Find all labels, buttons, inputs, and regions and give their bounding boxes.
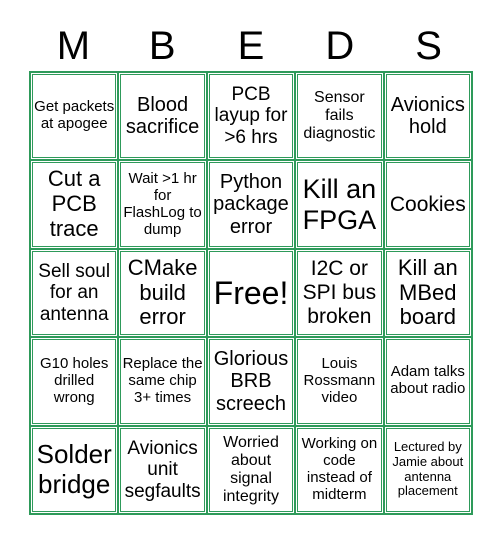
bingo-cell[interactable]: Cut a PCB trace	[31, 161, 118, 248]
bingo-cell[interactable]: Wait >1 hr for FlashLog to dump	[119, 161, 206, 248]
bingo-cell[interactable]: Avionics hold	[384, 73, 471, 160]
bingo-cell[interactable]: Sell soul for an antenna	[31, 249, 118, 337]
header-letter: D	[325, 24, 355, 68]
bingo-cell[interactable]: Working on code instead of midterm	[296, 426, 383, 513]
header-letter: B	[148, 24, 176, 68]
bingo-cell[interactable]: Lectured by Jamie about antenna placemen…	[384, 426, 471, 513]
bingo-cell[interactable]: Blood sacrifice	[119, 73, 206, 160]
bingo-cell[interactable]: Louis Rossmann video	[296, 338, 383, 425]
bingo-cell[interactable]: Sensor fails diagnostic	[296, 73, 383, 160]
bingo-cell[interactable]: Cookies	[384, 161, 471, 248]
bingo-cell[interactable]: Avionics unit segfaults	[119, 426, 206, 513]
bingo-header: M B E D S	[29, 22, 473, 70]
bingo-cell[interactable]: CMake build error	[119, 249, 206, 337]
header-letter: E	[237, 24, 265, 68]
bingo-cell[interactable]: Adam talks about radio	[384, 338, 471, 425]
header-letter: M	[56, 24, 91, 68]
bingo-grid: Get packets at apogee Blood sacrifice PC…	[29, 71, 473, 515]
bingo-cell[interactable]: Kill an FPGA	[296, 161, 383, 248]
bingo-cell[interactable]: Solder bridge	[31, 426, 118, 513]
header-letter: S	[415, 24, 442, 68]
bingo-cell[interactable]: Worried about signal integrity	[207, 426, 295, 513]
bingo-cell[interactable]: Kill an MBed board	[384, 249, 471, 337]
bingo-cell[interactable]: Get packets at apogee	[31, 73, 118, 160]
bingo-cell[interactable]: PCB layup for >6 hrs	[207, 73, 295, 160]
free-space-cell[interactable]: Free!	[207, 249, 295, 337]
bingo-cell[interactable]: Replace the same chip 3+ times	[119, 338, 206, 425]
bingo-cell[interactable]: I2C or SPI bus broken	[296, 249, 383, 337]
bingo-cell[interactable]: Python package error	[207, 161, 295, 248]
bingo-cell[interactable]: Glorious BRB screech	[207, 338, 295, 425]
bingo-cell[interactable]: G10 holes drilled wrong	[31, 338, 118, 425]
